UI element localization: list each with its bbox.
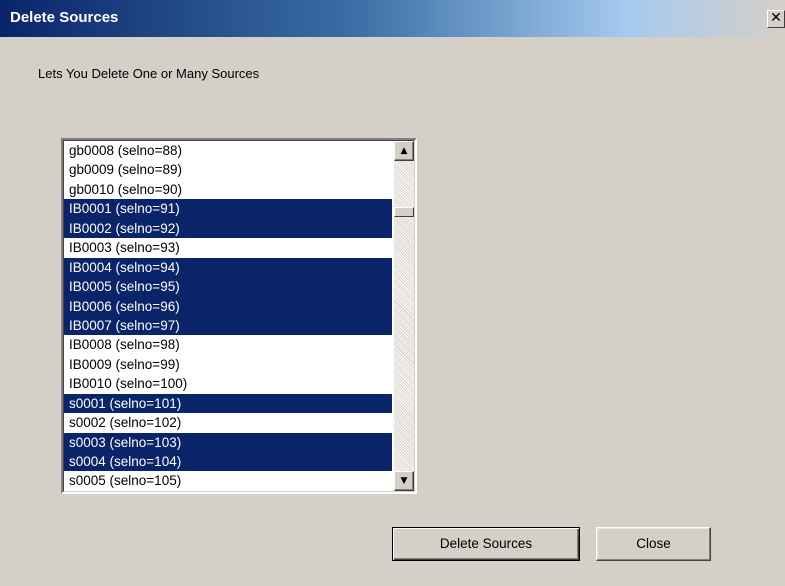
- list-item[interactable]: s0003 (selno=103): [64, 432, 392, 452]
- list-item[interactable]: gb0009 (selno=89): [64, 160, 392, 179]
- list-item[interactable]: IB0010 (selno=100): [64, 374, 392, 393]
- list-item[interactable]: s0002 (selno=102): [64, 413, 392, 432]
- list-item[interactable]: gb0010 (selno=90): [64, 180, 392, 199]
- dialog-description: Lets You Delete One or Many Sources: [38, 66, 260, 81]
- list-item[interactable]: IB0007 (selno=97): [64, 315, 392, 336]
- scroll-down-arrow-icon[interactable]: ▼: [394, 471, 414, 491]
- delete-sources-dialog: Delete Sources ✕ Lets You Delete One or …: [0, 0, 785, 586]
- list-item[interactable]: s0005 (selno=105): [64, 471, 392, 490]
- close-button[interactable]: Close: [596, 527, 711, 561]
- sources-list[interactable]: gb0008 (selno=88) gb0009 (selno=89) gb0010…: [64, 141, 392, 492]
- list-item[interactable]: IB0003 (selno=93): [64, 238, 392, 257]
- list-scrollbar[interactable]: ▲ ▼: [394, 141, 414, 491]
- list-item[interactable]: IB0001 (selno=91): [64, 199, 392, 219]
- list-item[interactable]: IB0002 (selno=92): [64, 218, 392, 239]
- list-item[interactable]: IB0005 (selno=95): [64, 277, 392, 297]
- sources-listbox[interactable]: gb0008 (selno=88) gb0009 (selno=89) gb0010…: [61, 138, 417, 494]
- close-icon[interactable]: ✕: [767, 10, 785, 28]
- list-item[interactable]: IB0004 (selno=94): [64, 257, 392, 278]
- scrollbar-thumb[interactable]: [394, 207, 414, 217]
- window-title: Delete Sources: [10, 9, 119, 26]
- list-item[interactable]: s0004 (selno=104): [64, 452, 392, 472]
- list-item[interactable]: IB0008 (selno=98): [64, 335, 392, 354]
- listbox-frame: gb0008 (selno=88) gb0009 (selno=89) gb0010…: [63, 140, 415, 492]
- list-item[interactable]: IB0009 (selno=99): [64, 355, 392, 374]
- list-item[interactable]: s0001 (selno=101): [64, 393, 392, 414]
- delete-sources-button[interactable]: Delete Sources: [392, 527, 580, 561]
- title-bar[interactable]: Delete Sources ✕: [0, 0, 785, 37]
- list-item[interactable]: IB0006 (selno=96): [64, 296, 392, 316]
- scroll-up-arrow-icon[interactable]: ▲: [394, 141, 414, 161]
- list-item[interactable]: gb0008 (selno=88): [64, 141, 392, 160]
